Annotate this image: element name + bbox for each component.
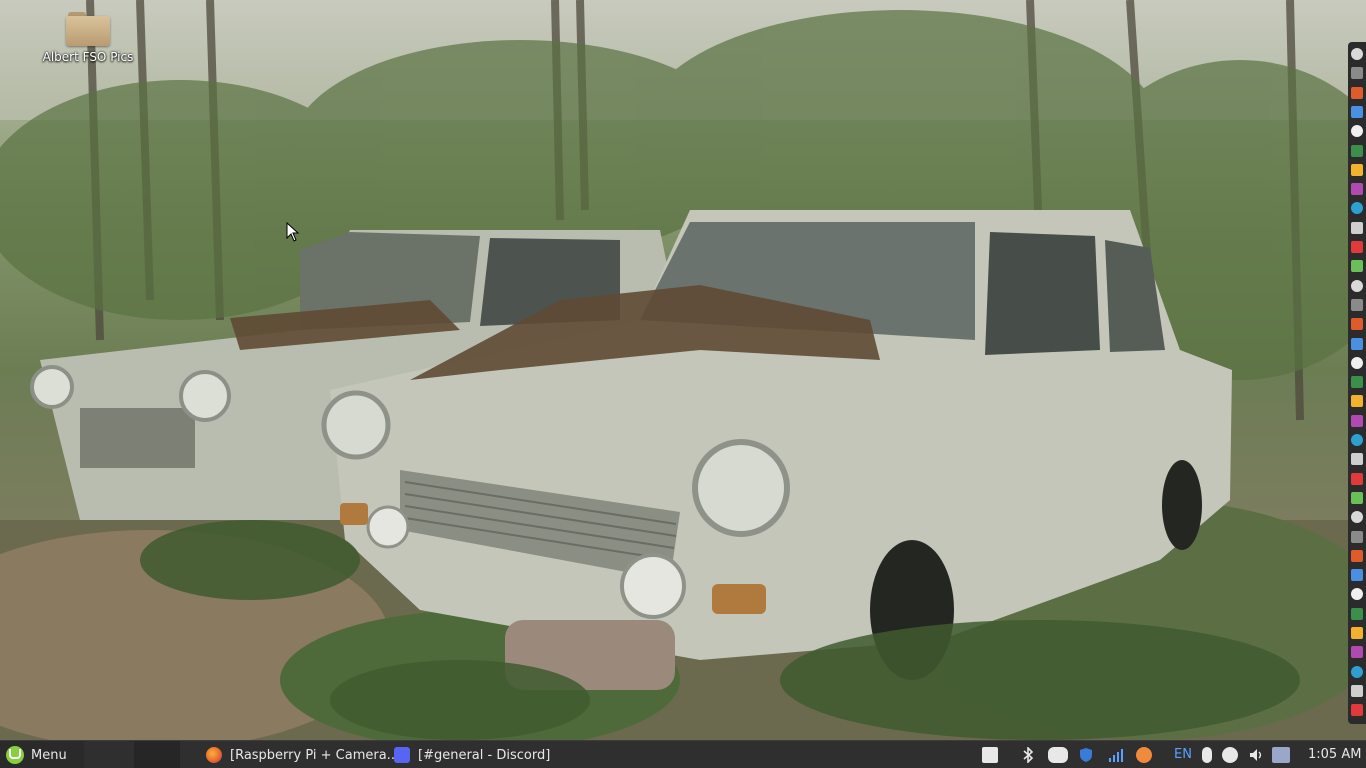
steam-icon[interactable] bbox=[1222, 747, 1238, 763]
pinned-app-22-icon[interactable] bbox=[1351, 453, 1363, 466]
menu-label: Menu bbox=[31, 747, 67, 763]
task-label-firefox: [Raspberry Pi + Camera... bbox=[230, 747, 400, 763]
pinned-app-8-icon[interactable] bbox=[1351, 183, 1363, 196]
pinned-app-28-icon[interactable] bbox=[1351, 569, 1363, 582]
pinned-app-19-icon[interactable] bbox=[1351, 395, 1363, 408]
desktop-icon-label: Albert FSO Pics bbox=[42, 50, 134, 64]
pinned-app-32-icon[interactable] bbox=[1351, 646, 1363, 659]
pinned-app-30-icon[interactable] bbox=[1351, 607, 1363, 620]
desktop-icon-albert-fso-pics[interactable]: Albert FSO Pics bbox=[36, 10, 140, 64]
input-method-icon[interactable] bbox=[1202, 747, 1212, 763]
input-method-indicator[interactable]: EN bbox=[1174, 747, 1192, 762]
pinned-app-34-icon[interactable] bbox=[1351, 684, 1363, 697]
keyboard-icon[interactable] bbox=[982, 747, 998, 763]
pinned-app-3-icon[interactable] bbox=[1351, 86, 1363, 99]
menu-button[interactable]: Menu bbox=[0, 741, 84, 768]
pinned-app-27-icon[interactable] bbox=[1351, 549, 1363, 562]
mouse-cursor-icon bbox=[286, 222, 300, 242]
pinned-app-31-icon[interactable] bbox=[1351, 627, 1363, 639]
side-panel-launcher bbox=[1348, 42, 1366, 724]
pinned-app-1-icon[interactable] bbox=[1351, 48, 1363, 60]
pinned-app-23-icon[interactable] bbox=[1351, 472, 1363, 485]
volume-icon[interactable] bbox=[1248, 747, 1264, 763]
pinned-app-7-icon[interactable] bbox=[1351, 163, 1363, 176]
pinned-app-20-icon[interactable] bbox=[1351, 414, 1363, 427]
pinned-app-26-icon[interactable] bbox=[1351, 530, 1363, 543]
show-desktop-area[interactable] bbox=[134, 741, 180, 768]
pinned-app-14-icon[interactable] bbox=[1351, 298, 1363, 311]
pinned-app-21-icon[interactable] bbox=[1351, 434, 1363, 446]
pinned-app-25-icon[interactable] bbox=[1351, 511, 1363, 524]
battery-icon[interactable] bbox=[1272, 747, 1290, 763]
shield-icon[interactable] bbox=[1078, 747, 1094, 763]
pinned-app-12-icon[interactable] bbox=[1351, 260, 1363, 273]
pinned-app-11-icon[interactable] bbox=[1351, 241, 1363, 253]
bottom-panel: Menu [Raspberry Pi + Camera... [#general… bbox=[0, 740, 1366, 768]
network-signal-icon[interactable] bbox=[1108, 747, 1124, 763]
linux-mint-logo-icon bbox=[6, 746, 24, 764]
pinned-app-4-icon[interactable] bbox=[1351, 105, 1363, 118]
pinned-app-10-icon[interactable] bbox=[1351, 221, 1363, 234]
pinned-app-33-icon[interactable] bbox=[1351, 665, 1363, 678]
taskbar-window-firefox[interactable]: [Raspberry Pi + Camera... bbox=[206, 741, 399, 768]
pinned-app-17-icon[interactable] bbox=[1351, 356, 1363, 369]
clock[interactable]: 1:05 AM bbox=[1308, 747, 1361, 762]
pinned-app-9-icon[interactable] bbox=[1351, 202, 1363, 215]
taskbar-window-discord[interactable]: [#general - Discord] bbox=[394, 741, 550, 768]
pinned-app-5-icon[interactable] bbox=[1351, 125, 1363, 138]
pinned-app-16-icon[interactable] bbox=[1351, 337, 1363, 350]
wallpaper-art bbox=[0, 0, 1366, 740]
pinned-app-2-icon[interactable] bbox=[1351, 67, 1363, 80]
pinned-app-29-icon[interactable] bbox=[1351, 588, 1363, 601]
pinned-app-13-icon[interactable] bbox=[1351, 279, 1363, 292]
pinned-app-24-icon[interactable] bbox=[1351, 491, 1363, 504]
discord-tray-icon[interactable] bbox=[1048, 747, 1068, 763]
pinned-app-18-icon[interactable] bbox=[1351, 376, 1363, 389]
desktop-wallpaper bbox=[0, 0, 1366, 740]
task-label-discord: [#general - Discord] bbox=[418, 747, 551, 763]
pinned-app-35-icon[interactable] bbox=[1351, 704, 1363, 717]
bluetooth-icon[interactable] bbox=[1020, 747, 1036, 763]
firefox-icon bbox=[206, 747, 222, 763]
notification-icon[interactable] bbox=[1136, 747, 1152, 763]
pinned-app-6-icon[interactable] bbox=[1351, 144, 1363, 157]
folder-icon bbox=[66, 10, 110, 46]
discord-icon bbox=[394, 747, 410, 763]
pinned-app-15-icon[interactable] bbox=[1351, 318, 1363, 331]
